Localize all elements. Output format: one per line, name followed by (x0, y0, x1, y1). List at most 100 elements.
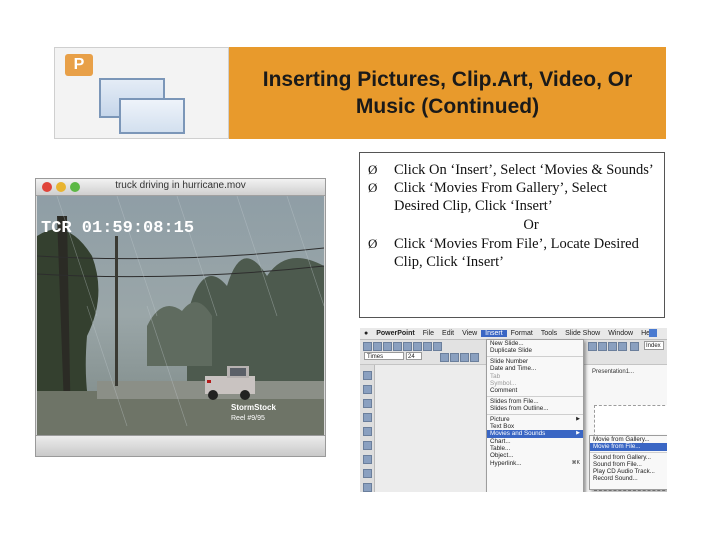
video-window-titlebar[interactable]: truck driving in hurricane.mov (36, 179, 325, 196)
menu-window[interactable]: Window (604, 330, 637, 337)
shadow-icon[interactable] (470, 353, 479, 362)
bullet-item: Ø Click ‘Movies From Gallery’, Select De… (368, 179, 654, 215)
open-icon[interactable] (373, 342, 382, 351)
bullet-arrow-icon: Ø (368, 180, 378, 195)
print-icon[interactable] (393, 342, 402, 351)
menu-item-record-sound[interactable]: Record Sound... (590, 475, 667, 482)
menu-item-table[interactable]: Table... (487, 445, 583, 452)
help-icon[interactable] (630, 342, 639, 351)
menu-item-label: Symbol... (490, 379, 517, 387)
bullet-text: Click ‘Movies From Gallery’, Select Desi… (394, 180, 608, 214)
font-name-select[interactable]: Times (364, 352, 404, 360)
underline-icon[interactable] (460, 353, 469, 362)
menu-item-label: New Slide... (490, 340, 524, 347)
watermark-line2: Reel #9/95 (231, 415, 265, 422)
watermark-line1: StormStock (231, 403, 276, 412)
menu-item-chart[interactable]: Chart... (487, 438, 583, 445)
bullet-text: Click On ‘Insert’, Select ‘Movies & Soun… (394, 162, 654, 178)
menu-item-date-and-time[interactable]: Date and Time... (487, 365, 583, 372)
menu-item-symbol[interactable]: Symbol... (487, 380, 583, 387)
menu-item-slide-number[interactable]: Slide Number (487, 358, 583, 365)
bullet-item: Ø Click On ‘Insert’, Select ‘Movies & So… (368, 161, 654, 179)
menu-tools[interactable]: Tools (537, 330, 561, 337)
rotate-icon[interactable] (363, 385, 372, 394)
menu-separator (487, 395, 583, 397)
quicktime-video-window: truck driving in hurricane.mov TCR 01:59… (35, 178, 326, 457)
undo-icon[interactable] (433, 342, 442, 351)
video-controls-bar[interactable] (36, 435, 325, 456)
menu-separator (590, 451, 667, 453)
menu-item-label: Object... (490, 452, 514, 460)
menu-item-hyperlink[interactable]: Hyperlink... ⌘K (487, 460, 583, 467)
menu-item-object[interactable]: Object... (487, 452, 583, 459)
table-icon[interactable] (598, 342, 607, 351)
menu-item-label: Slide Number (490, 357, 529, 365)
new-doc-icon[interactable] (363, 342, 372, 351)
menu-item-slides-from-outline[interactable]: Slides from Outline... (487, 405, 583, 412)
drawing-icon[interactable] (618, 342, 627, 351)
menu-item-movie-from-gallery[interactable]: Movie from Gallery... (590, 436, 667, 443)
menu-item-movie-from-file[interactable]: Movie from File... (590, 443, 667, 451)
menu-item-movies-and-sounds[interactable]: Movies and Sounds ▶ (487, 430, 583, 438)
shapes-icon[interactable] (363, 427, 372, 436)
chart-icon[interactable] (588, 342, 597, 351)
menu-file[interactable]: File (419, 330, 438, 337)
line-color-icon[interactable] (363, 469, 372, 478)
copy-icon[interactable] (413, 342, 422, 351)
hurricane-scene-image: TCR 01:59:08:15 StormStock Reel #9/95 (37, 196, 324, 435)
menu-item-slides-from-file[interactable]: Slides from File... (487, 398, 583, 405)
apple-menu-icon[interactable]: ● (360, 330, 372, 337)
menu-insert[interactable]: Insert (481, 330, 507, 337)
menu-item-label: Tab (490, 372, 501, 380)
clipart-icon[interactable] (608, 342, 617, 351)
powerpoint-screenshot: ● PowerPoint File Edit View Insert Forma… (360, 328, 667, 492)
fill-color-icon[interactable] (363, 455, 372, 464)
bullet-arrow-icon: Ø (368, 236, 378, 251)
menu-item-play-cd-audio-track[interactable]: Play CD Audio Track... (590, 468, 667, 475)
menu-item-label: Table... (490, 445, 511, 453)
wordart-icon[interactable] (363, 413, 372, 422)
menu-format[interactable]: Format (507, 330, 537, 337)
menu-item-label: Sound from File... (593, 460, 642, 468)
menu-view[interactable]: View (458, 330, 481, 337)
menu-item-label: Play CD Audio Track... (593, 468, 655, 476)
menu-slide-show[interactable]: Slide Show (561, 330, 604, 337)
powerpoint-logo-icon: P (65, 54, 93, 76)
menu-item-duplicate-slide[interactable]: Duplicate Slide (487, 347, 583, 354)
select-arrow-icon[interactable] (363, 371, 372, 380)
save-icon[interactable] (383, 342, 392, 351)
video-frame[interactable]: TCR 01:59:08:15 StormStock Reel #9/95 (37, 196, 324, 435)
menu-item-sound-from-gallery[interactable]: Sound from Gallery... (590, 454, 667, 461)
window-graphic-icon (119, 98, 185, 134)
page-title: Inserting Pictures, Clip.Art, Video, Or … (262, 68, 633, 118)
menu-item-label: Slides from Outline... (490, 405, 549, 413)
menu-separator (487, 355, 583, 357)
menu-item-label: Movies and Sounds (490, 430, 546, 438)
zoom-select[interactable]: Index (644, 341, 664, 350)
language-flag-icon[interactable] (649, 329, 657, 337)
menu-item-picture[interactable]: Picture ▶ (487, 416, 583, 423)
menu-item-sound-from-file[interactable]: Sound from File... (590, 461, 667, 468)
font-size-select[interactable]: 24 (406, 352, 422, 360)
menu-powerpoint[interactable]: PowerPoint (372, 330, 419, 337)
menu-item-text-box[interactable]: Text Box (487, 423, 583, 430)
menu-item-new-slide[interactable]: New Slide... (487, 340, 583, 347)
bullet-item: Ø Click ‘Movies From File’, Locate Desir… (368, 235, 654, 271)
italic-icon[interactable] (450, 353, 459, 362)
font-color-icon[interactable] (363, 483, 372, 492)
movies-and-sounds-submenu: Movie from Gallery... Movie from File... S… (589, 435, 667, 490)
bullet-text: Click ‘Movies From File’, Locate Desired… (394, 236, 639, 270)
video-window-title: truck driving in hurricane.mov (115, 180, 246, 191)
menu-item-label: Picture (490, 415, 510, 423)
menu-edit[interactable]: Edit (438, 330, 458, 337)
cut-icon[interactable] (403, 342, 412, 351)
document-title: Presentation1... (592, 369, 635, 375)
paste-icon[interactable] (423, 342, 432, 351)
text-tool-icon[interactable] (363, 399, 372, 408)
line-tool-icon[interactable] (363, 441, 372, 450)
menu-item-tab[interactable]: Tab (487, 373, 583, 380)
menu-item-comment[interactable]: Comment (487, 387, 583, 394)
bold-icon[interactable] (440, 353, 449, 362)
menu-separator (487, 413, 583, 415)
menu-item-label: Slides from File... (490, 397, 539, 405)
